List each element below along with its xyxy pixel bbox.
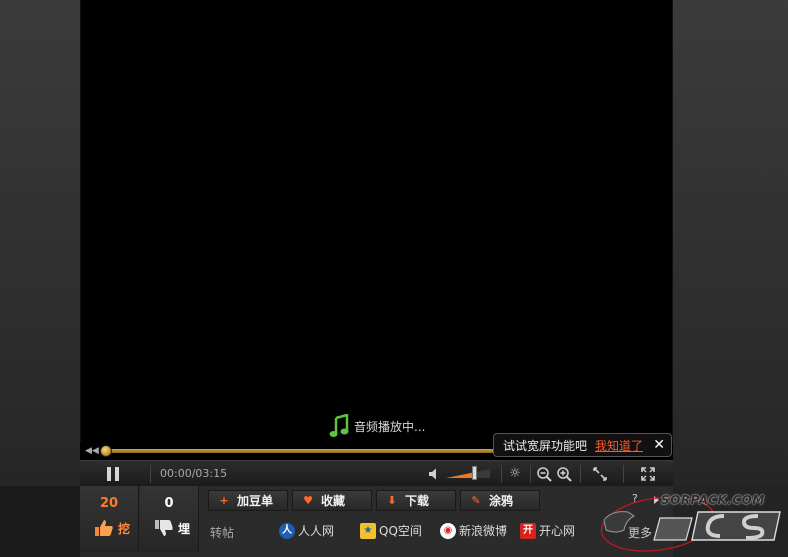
- bottom-panel: 20 挖 0 埋 + 加豆单 ♥ 收藏 ⬇ 下载 ✎ 涂鸦 ? 转帖 人 人人网…: [80, 486, 673, 557]
- qzone-icon: ★: [360, 522, 376, 539]
- bury-label: 埋: [178, 521, 191, 536]
- share-weibo-label: 新浪微博: [459, 524, 508, 538]
- doodle-button[interactable]: ✎ 涂鸦: [460, 490, 540, 511]
- rewind-icon[interactable]: ◀◀: [85, 446, 99, 456]
- brightness-icon[interactable]: ☼: [507, 466, 523, 482]
- doodle-label: 涂鸦: [489, 494, 514, 508]
- share-label: 转帖: [210, 526, 235, 540]
- dig-label-row: 挖: [94, 519, 138, 537]
- pause-button[interactable]: [107, 467, 121, 481]
- download-icon: ⬇: [387, 494, 397, 507]
- thumbs-up-icon: [95, 520, 113, 536]
- speaker-icon[interactable]: [428, 467, 442, 481]
- dig-button[interactable]: 20 挖: [80, 486, 139, 552]
- kaixin-icon: 开: [520, 522, 536, 539]
- more-share-link[interactable]: 更多: [628, 524, 652, 541]
- widescreen-icon[interactable]: [592, 466, 608, 482]
- left-sidebar-background: [0, 0, 80, 486]
- bury-button[interactable]: 0 埋: [140, 486, 199, 552]
- thumbs-down-icon: [155, 520, 173, 536]
- separator: [501, 465, 502, 483]
- music-note-icon: [329, 414, 349, 437]
- renren-icon: 人: [279, 522, 295, 539]
- add-playlist-button[interactable]: + 加豆单: [208, 490, 288, 511]
- bury-count: 0: [164, 496, 174, 511]
- fullscreen-icon[interactable]: [640, 466, 656, 482]
- share-kaixin-label: 开心网: [539, 524, 576, 538]
- share-weibo[interactable]: ◉ 新浪微博: [440, 522, 507, 539]
- download-button[interactable]: ⬇ 下载: [376, 490, 456, 511]
- audio-status-text: 音频播放中...: [354, 419, 426, 434]
- dig-label: 挖: [118, 521, 131, 536]
- arrow-right-icon[interactable]: [654, 496, 659, 504]
- share-kaixin[interactable]: 开 开心网: [520, 522, 575, 539]
- plus-icon: +: [219, 494, 229, 507]
- zoom-out-icon[interactable]: [536, 466, 552, 482]
- add-playlist-label: 加豆单: [237, 494, 274, 508]
- heart-icon: ♥: [303, 494, 313, 507]
- zoom-in-icon[interactable]: [556, 466, 572, 482]
- favorite-label: 收藏: [321, 494, 346, 508]
- separator: [580, 465, 581, 483]
- widescreen-tip: 试试宽屏功能吧 我知道了 ✕: [493, 433, 672, 457]
- tip-text: 试试宽屏功能吧: [503, 438, 588, 453]
- progress-handle[interactable]: [100, 445, 112, 457]
- download-label: 下载: [405, 494, 430, 508]
- pause-bar-right: [115, 467, 119, 481]
- close-icon[interactable]: ✕: [653, 437, 665, 453]
- right-sidebar-background: [673, 0, 788, 486]
- time-display: 00:00/03:15: [160, 467, 228, 480]
- tip-dismiss-link[interactable]: 我知道了: [595, 437, 643, 454]
- separator: [150, 465, 151, 483]
- weibo-icon: ◉: [440, 522, 456, 539]
- volume-slider[interactable]: [446, 469, 490, 479]
- video-stage[interactable]: [80, 0, 673, 442]
- share-qzone-label: QQ空间: [379, 524, 422, 538]
- bury-label-row: 埋: [154, 519, 198, 537]
- audio-status: 音频播放中...: [328, 414, 425, 438]
- dig-count: 20: [99, 496, 119, 511]
- share-qzone[interactable]: ★ QQ空间: [360, 522, 422, 539]
- right-footer-background: [673, 486, 788, 557]
- volume-handle[interactable]: [472, 466, 477, 480]
- pencil-icon: ✎: [471, 494, 481, 507]
- control-bar: 00:00/03:15 ☼: [80, 460, 673, 486]
- share-renren[interactable]: 人 人人网: [279, 522, 334, 539]
- help-link[interactable]: ?: [632, 492, 638, 505]
- share-renren-label: 人人网: [298, 524, 335, 538]
- separator: [530, 465, 531, 483]
- pause-bar-left: [107, 467, 111, 481]
- separator: [623, 465, 624, 483]
- favorite-button[interactable]: ♥ 收藏: [292, 490, 372, 511]
